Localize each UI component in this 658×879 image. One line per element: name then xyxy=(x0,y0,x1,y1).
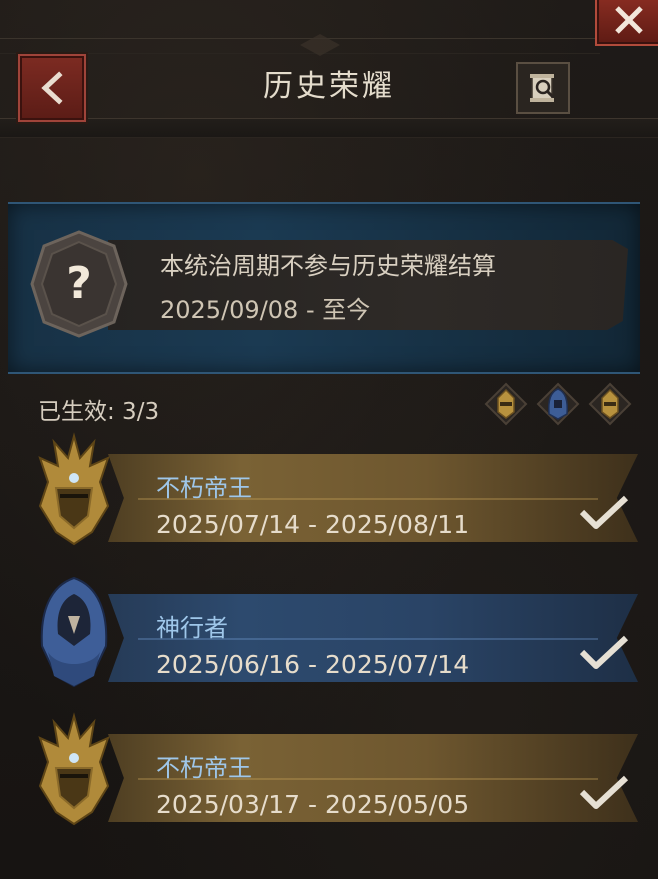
back-button[interactable] xyxy=(18,54,86,122)
scroll-magnifier-icon xyxy=(530,74,555,102)
checkmark-icon xyxy=(579,495,629,529)
rules-button[interactable] xyxy=(516,62,570,114)
honor-row[interactable]: 不朽帝王 2025/03/17 - 2025/05/05 xyxy=(28,712,643,830)
close-x-icon xyxy=(615,6,643,34)
blue-hood-icon xyxy=(536,382,580,426)
checkmark-icon xyxy=(579,775,629,809)
checkmark-icon xyxy=(579,635,629,669)
effective-icons xyxy=(484,382,634,426)
honor-row[interactable]: 神行者 2025/06/16 - 2025/07/14 xyxy=(28,572,643,690)
back-arrow-icon xyxy=(41,71,63,105)
golden-crowned-helm-icon xyxy=(38,432,110,546)
close-button[interactable] xyxy=(595,0,658,46)
header-divider-bottom xyxy=(0,118,658,138)
question-mark-badge-icon: ? xyxy=(30,230,128,338)
honor-dates: 2025/07/14 - 2025/08/11 xyxy=(156,510,470,539)
honor-name: 神行者 xyxy=(156,614,228,642)
honor-dates: 2025/06/16 - 2025/07/14 xyxy=(156,650,470,679)
honor-name: 不朽帝王 xyxy=(156,754,252,782)
effective-count-label: 已生效: 3/3 xyxy=(38,399,160,425)
header-divider-top xyxy=(0,38,600,54)
blue-hooded-figure-icon xyxy=(40,576,108,688)
gold-helm-icon xyxy=(484,382,528,426)
golden-crowned-helm-icon xyxy=(38,712,110,826)
gold-helm-icon xyxy=(588,382,632,426)
svg-text:?: ? xyxy=(66,258,92,309)
honor-row[interactable]: 不朽帝王 2025/07/14 - 2025/08/11 xyxy=(28,432,643,550)
header: 历史荣耀 xyxy=(0,0,658,160)
honor-dates: 2025/03/17 - 2025/05/05 xyxy=(156,790,470,819)
info-text-period: 2025/09/08 - 至今 xyxy=(160,296,371,324)
honor-name: 不朽帝王 xyxy=(156,474,252,502)
info-text-title: 本统治周期不参与历史荣耀结算 xyxy=(160,252,496,280)
page-title: 历史荣耀 xyxy=(263,69,395,104)
info-banner: ? 本统治周期不参与历史荣耀结算 2025/09/08 - 至今 xyxy=(8,202,640,374)
